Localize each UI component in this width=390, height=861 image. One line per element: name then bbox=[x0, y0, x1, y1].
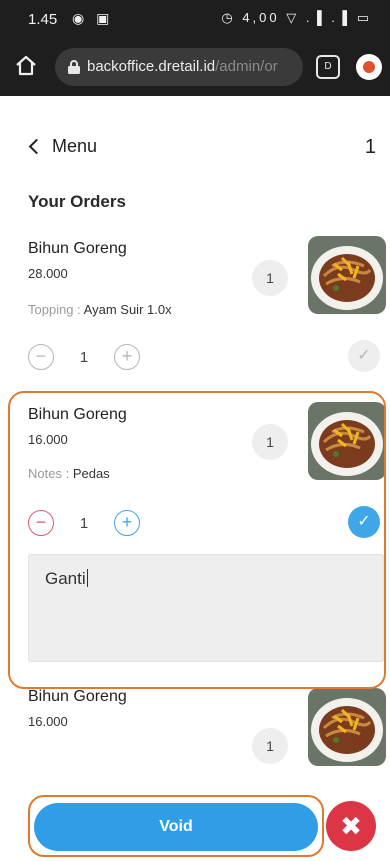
home-icon[interactable] bbox=[14, 54, 38, 78]
url-path: /admin/or bbox=[215, 58, 278, 75]
food-thumbnail bbox=[308, 236, 386, 314]
item-name: Bihun Goreng bbox=[28, 406, 127, 423]
quantity-badge: 1 bbox=[252, 728, 288, 764]
select-item-checkbox[interactable]: ✓ bbox=[348, 340, 380, 372]
page-title: Your Orders bbox=[28, 192, 126, 211]
decrease-quantity-button[interactable]: − bbox=[28, 510, 54, 536]
food-image bbox=[308, 688, 386, 766]
select-item-checkbox[interactable]: ✓ bbox=[348, 506, 380, 538]
back-label: Menu bbox=[52, 136, 98, 156]
address-bar[interactable]: backoffice.dretail.id/admin/or bbox=[55, 48, 303, 86]
item-topping: Topping : Ayam Suir 1.0x bbox=[28, 302, 172, 317]
order-item: Bihun Goreng 28.000 Topping : Ayam Suir … bbox=[0, 236, 390, 386]
quantity-badge: 1 bbox=[252, 424, 288, 460]
increase-quantity-button[interactable]: + bbox=[114, 510, 140, 536]
tabs-icon[interactable]: D bbox=[316, 55, 340, 79]
item-name: Bihun Goreng bbox=[28, 240, 127, 257]
status-bar: 1.45 ◉ ▣ ◷ 4,00 ▽ .▐ .▐ ▭ bbox=[0, 0, 390, 40]
topping-key: Topping : bbox=[28, 302, 81, 317]
topping-value: Ayam Suir 1.0x bbox=[83, 302, 172, 317]
void-reason-textarea[interactable]: Ganti bbox=[28, 554, 384, 662]
food-thumbnail bbox=[308, 402, 386, 480]
close-button[interactable]: ✖ bbox=[326, 801, 376, 851]
item-name: Bihun Goreng bbox=[28, 688, 127, 705]
notes-value: Pedas bbox=[72, 466, 110, 481]
order-item: Bihun Goreng 16.000 Notes : Pedas 1 − 1 … bbox=[0, 402, 390, 692]
item-price: 28.000 bbox=[28, 266, 68, 281]
browser-toolbar: backoffice.dretail.id/admin/or D bbox=[0, 40, 390, 96]
note-container: Ganti bbox=[0, 554, 390, 664]
decrease-quantity-button[interactable]: − bbox=[28, 344, 54, 370]
item-price: 16.000 bbox=[28, 432, 68, 447]
quantity-badge: 1 bbox=[252, 260, 288, 296]
food-thumbnail bbox=[308, 688, 386, 766]
note-text: Ganti bbox=[45, 569, 86, 588]
notification-icons: ◉ ▣ bbox=[72, 10, 114, 26]
extension-icon[interactable] bbox=[356, 54, 382, 80]
food-image bbox=[308, 402, 386, 480]
text-cursor bbox=[86, 569, 88, 587]
url-text: backoffice.dretail.id/admin/or bbox=[87, 58, 278, 75]
quantity-value: 1 bbox=[79, 348, 89, 366]
lock-icon bbox=[68, 60, 80, 74]
item-notes: Notes : Pedas bbox=[28, 466, 110, 481]
bottom-action-bar: Void ✖ bbox=[0, 790, 390, 861]
increase-quantity-button[interactable]: + bbox=[114, 344, 140, 370]
status-time: 1.45 bbox=[28, 11, 58, 28]
quantity-value: 1 bbox=[79, 514, 89, 532]
order-header: Menu 1 bbox=[0, 124, 390, 166]
chevron-left-icon bbox=[28, 138, 45, 155]
food-image bbox=[308, 236, 386, 314]
order-item: Bihun Goreng 16.000 1 bbox=[0, 688, 390, 788]
void-button[interactable]: Void bbox=[34, 803, 318, 851]
order-count: 1 bbox=[364, 136, 376, 158]
quantity-stepper: − 1 + bbox=[28, 342, 144, 372]
back-to-menu-button[interactable]: Menu bbox=[28, 136, 97, 157]
quantity-stepper: − 1 + bbox=[28, 508, 144, 538]
system-icons: ◷ 4,00 ▽ .▐ .▐ ▭ bbox=[221, 10, 372, 25]
item-price: 16.000 bbox=[28, 714, 68, 729]
url-host: backoffice.dretail.id bbox=[87, 58, 216, 75]
notes-key: Notes : bbox=[28, 466, 70, 481]
